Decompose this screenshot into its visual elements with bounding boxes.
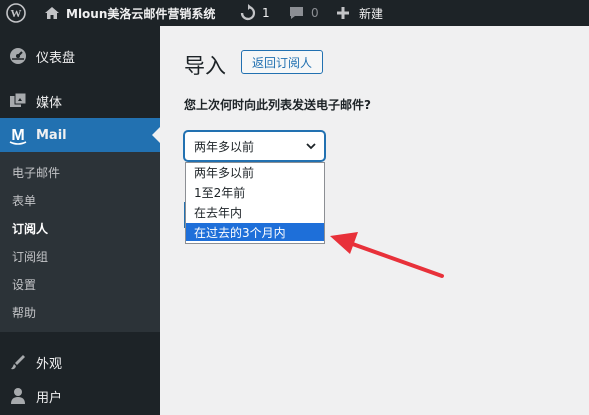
home-icon[interactable] [44, 0, 60, 26]
new-content-link[interactable]: 新建 [359, 0, 383, 26]
submenu-item-forms[interactable]: 表单 [12, 192, 36, 209]
option-within-last-year[interactable]: 在去年内 [186, 203, 324, 221]
site-name-link[interactable]: Mloun美洛云邮件营销系统 [66, 0, 215, 26]
comments-count[interactable]: 0 [311, 0, 319, 26]
select-options-list: 两年多以前 1至2年前 在去年内 在过去的3个月内 [185, 162, 325, 244]
updates-count[interactable]: 1 [262, 0, 270, 26]
comment-icon[interactable] [288, 0, 305, 26]
dashboard-icon [8, 46, 28, 66]
admin-bar: W Mloun美洛云邮件营销系统 1 0 新建 [0, 0, 589, 26]
sidebar-item-label: Mail [36, 127, 67, 143]
submenu-item-subscribers[interactable]: 订阅人 [12, 220, 48, 237]
submenu-item-settings[interactable]: 设置 [12, 276, 36, 293]
last-sent-question-label: 您上次何时向此列表发送电子邮件? [184, 98, 371, 112]
page-title: 导入 [184, 54, 226, 78]
updates-icon[interactable] [239, 0, 257, 26]
main-content: 导入 返回订阅人 您上次何时向此列表发送电子邮件? 两年多以前 两年多以前 1至… [160, 26, 589, 415]
option-over-two-years[interactable]: 两年多以前 [186, 163, 324, 181]
option-within-three-months[interactable]: 在过去的3个月内 [186, 223, 324, 241]
sidebar-item-users[interactable]: 用户 [0, 383, 160, 409]
wordpress-logo-icon[interactable]: W [6, 0, 26, 26]
svg-text:W: W [11, 8, 22, 20]
sidebar-item-label: 仪表盘 [36, 50, 76, 66]
admin-sidebar: 仪表盘 媒体 M Mail 电子邮件 表单 订阅人 订阅组 设置 帮助 外观 用… [0, 26, 160, 415]
mail-submenu: 电子邮件 表单 订阅人 订阅组 设置 帮助 [0, 152, 160, 332]
media-icon [8, 91, 28, 111]
submenu-item-emails[interactable]: 电子邮件 [12, 164, 60, 181]
appearance-icon [8, 352, 28, 372]
chevron-down-icon [305, 140, 317, 152]
sidebar-item-appearance[interactable]: 外观 [0, 349, 160, 375]
option-one-to-two-years[interactable]: 1至2年前 [186, 183, 324, 201]
sidebar-item-label: 媒体 [36, 95, 63, 111]
sidebar-item-dashboard[interactable]: 仪表盘 [0, 43, 160, 69]
submenu-item-lists[interactable]: 订阅组 [12, 248, 48, 265]
mail-icon: M [8, 125, 28, 145]
plus-icon[interactable] [336, 0, 350, 26]
select-value: 两年多以前 [194, 139, 255, 154]
back-to-subscribers-button[interactable]: 返回订阅人 [241, 50, 323, 74]
last-sent-select[interactable]: 两年多以前 [184, 131, 325, 161]
submenu-item-help[interactable]: 帮助 [12, 304, 36, 321]
sidebar-item-media[interactable]: 媒体 [0, 88, 160, 114]
svg-text:M: M [11, 127, 24, 144]
sidebar-item-label: 用户 [36, 390, 63, 406]
sidebar-item-label: 外观 [36, 356, 63, 372]
sidebar-item-mail[interactable]: M Mail [0, 118, 160, 152]
users-icon [8, 386, 28, 406]
